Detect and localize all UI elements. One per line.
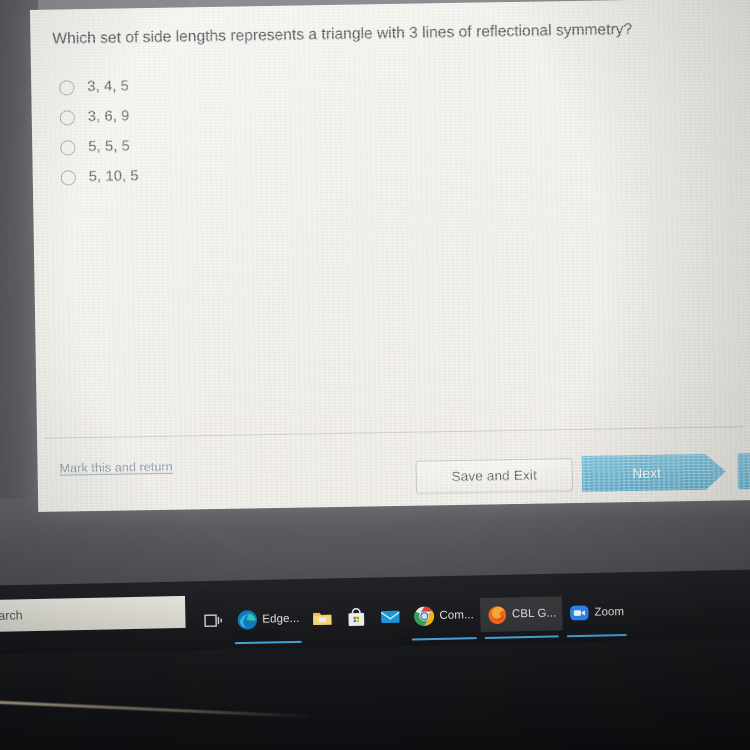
radio-button-icon[interactable] [60, 139, 76, 156]
taskbar-item-task-view[interactable] [196, 603, 231, 638]
answer-option-label: 3, 6, 9 [87, 108, 130, 126]
answer-option-label: 5, 10, 5 [88, 168, 139, 186]
taskbar-search-box[interactable]: arch [0, 595, 186, 632]
footer-divider [45, 426, 746, 439]
file-explorer-icon [313, 612, 332, 625]
taskbar-item-firefox[interactable]: CBL G... [479, 596, 563, 639]
taskbar-item-mail[interactable] [373, 600, 408, 635]
next-button[interactable]: Next [581, 454, 726, 492]
answer-option-label: 3, 4, 5 [87, 78, 130, 96]
microsoft-store-icon [348, 607, 365, 627]
secondary-action-button[interactable] [737, 452, 750, 490]
task-view-icon [204, 614, 222, 628]
mail-icon [381, 610, 400, 624]
firefox-icon [488, 606, 506, 624]
taskbar-item-label: Edge... [262, 612, 300, 626]
taskbar-item-microsoft-store[interactable] [339, 600, 374, 635]
desk-surface [0, 637, 750, 750]
search-input[interactable]: arch [0, 608, 23, 623]
radio-button-icon[interactable] [59, 79, 75, 96]
question-text: Which set of side lengths represents a t… [52, 21, 633, 48]
taskbar-item-zoom[interactable]: Zoom [562, 595, 630, 638]
quiz-content-panel: Which set of side lengths represents a t… [30, 0, 750, 512]
taskbar-item-file-explorer[interactable] [305, 601, 340, 636]
answer-option-label: 5, 5, 5 [88, 138, 131, 156]
laptop-screen-photo: Which set of side lengths represents a t… [0, 0, 750, 750]
radio-button-icon[interactable] [60, 169, 76, 186]
taskbar-item-label: CBL G... [511, 607, 557, 621]
taskbar-item-label: Zoom [594, 606, 625, 619]
answer-options-list: 3, 4, 5 3, 6, 9 5, 5, 5 5, 10, 5 [59, 67, 391, 192]
zoom-icon [570, 605, 589, 621]
taskbar-item-chrome[interactable]: Com... [407, 598, 480, 641]
edge-icon [237, 610, 257, 630]
chrome-icon [414, 606, 435, 626]
taskbar-item-edge[interactable]: Edge... [230, 602, 306, 645]
radio-button-icon[interactable] [59, 109, 75, 126]
taskbar-item-label: Com... [439, 609, 475, 622]
answer-option-3[interactable]: 5, 10, 5 [60, 157, 391, 192]
mark-this-and-return-link[interactable]: Mark this and return [59, 460, 172, 476]
save-and-exit-button[interactable]: Save and Exit [415, 458, 574, 494]
